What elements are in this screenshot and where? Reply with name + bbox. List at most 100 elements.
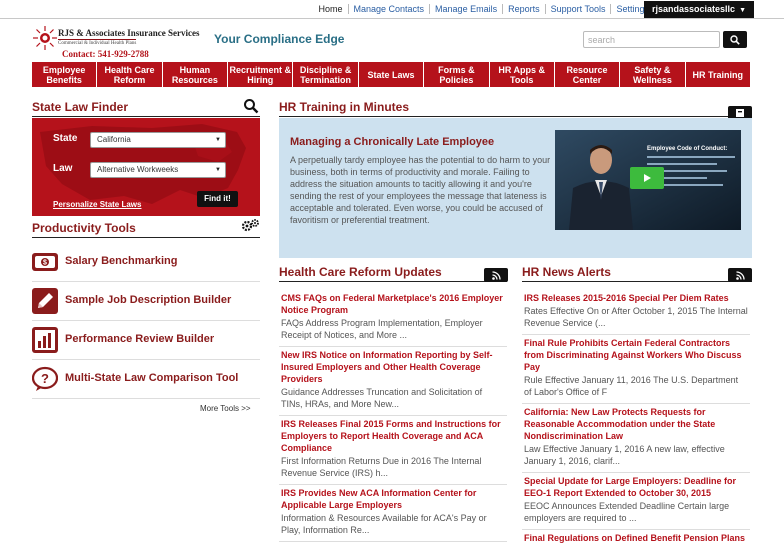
training-item-title[interactable]: Managing a Chronically Late Employee xyxy=(290,136,494,148)
hr-news-alerts-title: HR News Alerts xyxy=(522,265,611,279)
nav-discipline-termination[interactable]: Discipline & Termination xyxy=(293,62,359,87)
nav-safety-wellness[interactable]: Safety & Wellness xyxy=(620,62,686,87)
question-bubble-icon: ? xyxy=(32,366,58,391)
training-video[interactable]: Employee Code of Conduct: xyxy=(555,130,741,230)
gears-icon[interactable] xyxy=(241,218,260,233)
nav-state-laws[interactable]: State Laws xyxy=(358,62,425,87)
play-button[interactable] xyxy=(630,167,664,189)
training-item-body: A perpetually tardy employee has the pot… xyxy=(290,155,551,225)
home-link[interactable]: Home xyxy=(313,4,349,14)
state-select[interactable]: California ▼ xyxy=(90,132,226,148)
tool-label: Performance Review Builder xyxy=(65,333,215,345)
logo-subtitle: Commercial & Individual Health Plans xyxy=(58,39,137,46)
money-icon: $ xyxy=(32,253,58,271)
news-description: Law Effective January 1, 2016 A new law,… xyxy=(524,444,725,466)
nav-health-care-reform[interactable]: Health Care Reform xyxy=(97,62,163,87)
hr-news-item[interactable]: Final Rule Prohibits Certain Federal Con… xyxy=(522,337,750,404)
svg-text:$: $ xyxy=(43,260,47,267)
logo-contact-phone: Contact: 541-929-2788 xyxy=(62,49,149,59)
news-title[interactable]: Final Regulations on Defined Benefit Pen… xyxy=(524,532,748,544)
chevron-down-icon: ▼ xyxy=(215,137,221,143)
news-description: EEOC Announces Extended Deadline Certain… xyxy=(524,501,730,523)
hr-training-panel: Managing a Chronically Late Employee A p… xyxy=(279,118,752,258)
state-label: State xyxy=(53,133,78,144)
caret-down-icon: ▼ xyxy=(739,7,746,14)
video-caption: Employee Code of Conduct: xyxy=(647,146,728,152)
utility-nav: Home Manage Contacts Manage Emails Repor… xyxy=(313,4,654,14)
tool-sample-job-description-builder[interactable]: Sample Job Description Builder xyxy=(32,282,260,321)
hcr-news-item[interactable]: IRS Releases Final 2015 Forms and Instru… xyxy=(279,418,507,485)
news-title[interactable]: Special Update for Large Employers: Dead… xyxy=(524,475,748,499)
tool-label: Sample Job Description Builder xyxy=(65,294,232,306)
top-utility-bar: Home Manage Contacts Manage Emails Repor… xyxy=(0,0,784,19)
play-icon xyxy=(644,174,651,182)
productivity-tools-title: Productivity Tools xyxy=(32,221,136,235)
news-title[interactable]: CMS FAQs on Federal Marketplace's 2016 E… xyxy=(281,292,505,316)
manage-contacts-link[interactable]: Manage Contacts xyxy=(349,4,431,14)
rss-icon xyxy=(735,270,745,280)
news-title[interactable]: New IRS Notice on Information Reporting … xyxy=(281,349,505,385)
nav-resource-center[interactable]: Resource Center xyxy=(554,62,621,87)
news-title[interactable]: IRS Provides New ACA Information Center … xyxy=(281,487,505,511)
hcr-rss-button[interactable] xyxy=(484,268,508,282)
hcr-news-item[interactable]: CMS FAQs on Federal Marketplace's 2016 E… xyxy=(279,292,507,347)
law-select-value: Alternative Workweeks xyxy=(97,165,179,174)
logo-company-name: RJS & Associates Insurance Services xyxy=(58,28,200,38)
news-description: Rates Effective On or After October 1, 2… xyxy=(524,306,748,328)
reports-link[interactable]: Reports xyxy=(503,4,546,14)
nav-hr-apps-tools[interactable]: HR Apps & Tools xyxy=(489,62,555,87)
news-description: Guidance Addresses Truncation and Solici… xyxy=(281,387,483,409)
tool-multi-state-law-comparison[interactable]: ? Multi-State Law Comparison Tool xyxy=(32,360,260,399)
news-description: Information & Resources Available for AC… xyxy=(281,513,487,535)
hr-news-item[interactable]: Special Update for Large Employers: Dead… xyxy=(522,475,750,530)
svg-text:?: ? xyxy=(41,371,49,386)
hr-news-item[interactable]: IRS Releases 2015-2016 Special Per Diem … xyxy=(522,292,750,335)
search-button[interactable] xyxy=(723,31,747,48)
pencil-icon xyxy=(32,288,58,314)
state-law-finder-panel: State California ▼ Law Alternative Workw… xyxy=(32,118,260,216)
nav-human-resources[interactable]: Human Resources xyxy=(162,62,229,87)
law-select[interactable]: Alternative Workweeks ▼ xyxy=(90,162,226,178)
site-header: RJS & Associates Insurance Services Comm… xyxy=(0,19,784,61)
state-law-finder-title: State Law Finder xyxy=(32,100,129,114)
section-divider xyxy=(32,116,260,117)
company-logo[interactable]: RJS & Associates Insurance Services Comm… xyxy=(32,25,200,59)
search-input[interactable] xyxy=(583,31,720,48)
news-title[interactable]: IRS Releases Final 2015 Forms and Instru… xyxy=(281,418,505,454)
law-label: Law xyxy=(53,163,73,174)
section-divider xyxy=(279,116,752,117)
support-tools-link[interactable]: Support Tools xyxy=(546,4,612,14)
more-tools-link[interactable]: More Tools >> xyxy=(200,404,251,413)
news-description: First Information Returns Due in 2016 Th… xyxy=(281,456,482,478)
news-description: Rule Effective January 11, 2016 The U.S.… xyxy=(524,375,739,397)
search-icon[interactable] xyxy=(243,98,259,114)
account-menu[interactable]: rjsandassociatesllc ▼ xyxy=(644,1,754,18)
hr-news-item[interactable]: Final Regulations on Defined Benefit Pen… xyxy=(522,532,750,544)
archive-icon xyxy=(736,109,744,117)
health-care-reform-title: Health Care Reform Updates xyxy=(279,265,442,279)
news-title[interactable]: IRS Releases 2015-2016 Special Per Diem … xyxy=(524,292,748,304)
news-title[interactable]: California: New Law Protects Requests fo… xyxy=(524,406,748,442)
hcr-news-item[interactable]: New IRS Notice on Information Reporting … xyxy=(279,349,507,416)
personalize-state-laws-link[interactable]: Personalize State Laws xyxy=(53,200,141,209)
hr-news-rss-button[interactable] xyxy=(728,268,752,282)
state-select-value: California xyxy=(97,135,131,144)
hr-news-item[interactable]: California: New Law Protects Requests fo… xyxy=(522,406,750,473)
tool-performance-review-builder[interactable]: Performance Review Builder xyxy=(32,321,260,360)
chevron-down-icon: ▼ xyxy=(215,167,221,173)
hcr-news-item[interactable]: IRS Provides New ACA Information Center … xyxy=(279,487,507,542)
tool-salary-benchmarking[interactable]: $ Salary Benchmarking xyxy=(32,243,260,282)
rss-icon xyxy=(491,270,501,280)
sun-logo-icon xyxy=(33,26,57,50)
tool-label: Salary Benchmarking xyxy=(65,255,178,267)
nav-employee-benefits[interactable]: Employee Benefits xyxy=(32,62,98,87)
news-title[interactable]: Final Rule Prohibits Certain Federal Con… xyxy=(524,337,748,373)
section-divider xyxy=(279,281,507,282)
nav-hr-training[interactable]: HR Training xyxy=(685,62,750,87)
nav-recruitment-hiring[interactable]: Recruitment & Hiring xyxy=(228,62,294,87)
news-description: FAQs Address Program Implementation, Emp… xyxy=(281,318,483,340)
nav-forms-policies[interactable]: Forms & Policies xyxy=(424,62,490,87)
find-it-button[interactable]: Find it! xyxy=(197,191,238,207)
manage-emails-link[interactable]: Manage Emails xyxy=(430,4,504,14)
search-icon xyxy=(730,34,740,45)
